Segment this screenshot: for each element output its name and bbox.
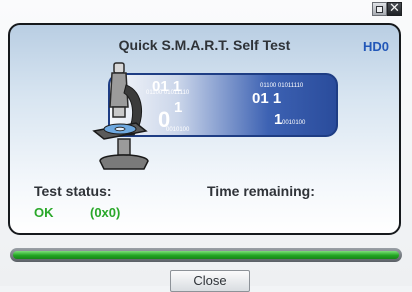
test-status-value: OK	[34, 205, 54, 220]
progress-bar	[10, 248, 402, 262]
microscope-icon	[92, 62, 149, 170]
test-panel: Quick S.M.A.R.T. Self Test HD0 01 1 0110…	[8, 23, 401, 235]
test-status-label: Test status:	[34, 183, 112, 199]
smart-test-window: ✕ Quick S.M.A.R.T. Self Test HD0 01 1 01…	[0, 0, 412, 292]
close-icon[interactable]: ✕	[387, 0, 402, 16]
binary-text: 01 1	[252, 90, 282, 107]
test-status-code: (0x0)	[90, 205, 121, 220]
restore-icon[interactable]	[372, 2, 387, 16]
binary-text: 01100 01011110	[260, 83, 304, 89]
time-remaining-label: Time remaining:	[207, 183, 315, 199]
binary-text: 0010100	[166, 127, 190, 133]
binary-text: 0010100	[282, 120, 306, 126]
binary-text: 1	[174, 99, 183, 116]
close-button[interactable]: Close	[170, 270, 250, 292]
panel-title: Quick S.M.A.R.T. Self Test	[118, 37, 291, 53]
drive-label: HD0	[363, 39, 390, 54]
progress-fill	[13, 251, 399, 259]
close-glyph: ✕	[389, 0, 400, 15]
